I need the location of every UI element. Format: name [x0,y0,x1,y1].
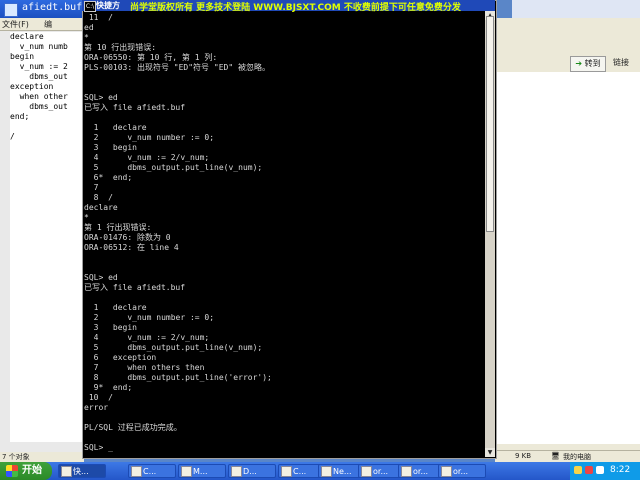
console-line: 已写入 file afiedt.buf [84,103,186,112]
status-zone: 我的电脑 [563,453,591,461]
notepad-status: 7 个对象 [0,452,84,462]
console-line: 2 v_num number := 0; [84,313,215,322]
console-line: PLS-00103: 出现符号 "ED"符号 "ED" 被忽略。 [84,63,270,72]
notepad-menu-file[interactable]: 文件(F) [2,19,29,30]
console-line: ORA-06550: 第 10 行, 第 1 列: [84,53,218,62]
console-line: 3 begin [84,143,137,152]
notepad-line: / [10,132,15,141]
goto-arrow-icon: ➔ [575,59,583,68]
console-line: 7 [84,183,99,192]
console-line: 1 declare [84,123,147,132]
notepad-line: exception [10,82,54,91]
console-line: 5 dbms_output.put_line(v_num); [84,343,263,352]
tray-security-icon[interactable] [585,466,593,474]
console-line: * [84,33,89,42]
scroll-thumb[interactable] [486,16,494,232]
console-line: 10 / [84,393,113,402]
taskbar-app-icon [361,466,372,477]
console-line: ORA-01476: 除数为 0 [84,233,171,242]
console-line: SQL> _ [84,443,113,452]
console-line: 5 dbms_output.put_line(v_num); [84,163,263,172]
scroll-down-icon[interactable]: ▼ [485,448,495,457]
notepad-editor[interactable]: declare v_num numb begin v_num := 2 dbms_… [10,32,90,442]
console-line: 8 dbms_output.put_line('error'); [84,373,272,382]
taskbar-app-icon [321,466,332,477]
start-label: 开始 [22,465,42,476]
computer-icon: 🖥 [551,452,560,460]
goto-button[interactable]: ➔ 转到 [570,56,606,72]
console-line: ORA-06512: 在 line 4 [84,243,179,252]
console-line: ed [84,23,94,32]
notepad-line: dbms_out [10,72,68,81]
taskbar-app-icon [231,466,242,477]
clock: 8:22 [610,465,631,475]
taskbar-app-icon [61,466,72,477]
notepad-line: when other [10,92,68,101]
console-line: 8 / [84,193,113,202]
console-line: 3 begin [84,323,137,332]
console-line: 7 when others then [84,363,205,372]
links-button[interactable]: 链接 [606,56,636,70]
notepad-line: v_num := 2 [10,62,68,71]
status-size: 9 KB [515,452,532,460]
cmd-title: 快捷方 [96,1,120,10]
notepad-menu-edit[interactable]: 编 [44,19,52,30]
sqlplus-console[interactable]: 11 /ed * 第 10 行出现错误: ORA-06550: 第 10 行, 第 1… [84,13,484,457]
notepad-line: v_num numb [10,42,68,51]
taskbar-app-icon [441,466,452,477]
notepad-line [10,122,90,132]
notepad-icon [4,3,18,17]
notepad-line: declare [10,32,44,41]
browser-top-strip [512,0,640,18]
notepad-line: dbms_out [10,102,68,111]
windows-logo-icon [6,465,18,477]
notepad-line: begin [10,52,35,61]
console-line: 已写入 file afiedt.buf [84,283,186,292]
watermark-banner: 尚学堂版权所有 更多技术登陆 WWW.BJSXT.COM 不收费前提下可任意免费… [130,3,461,13]
console-line: 11 / [84,13,113,22]
notepad-title: afiedt.buf [22,2,83,13]
console-line: * [84,213,89,222]
taskbar-app-icon [131,466,142,477]
console-line: 2 v_num number := 0; [84,133,215,142]
console-line: 9* end; [84,383,133,392]
tray-volume-icon[interactable] [596,466,604,474]
taskbar-app-icon [401,466,412,477]
console-line: 第 10 行出现错误: [84,43,157,52]
cmd-icon: C:\ [84,1,96,12]
taskbar-app-icon [181,466,192,477]
console-line: SQL> ed [84,273,118,282]
console-line: 1 declare [84,303,147,312]
console-line: 4 v_num := 2/v_num; [84,333,210,342]
console-line: PL/SQL 过程已成功完成。 [84,423,182,432]
console-line: SQL> ed [84,93,118,102]
notepad-line: end; [10,112,30,121]
tray-app-icon[interactable] [574,466,582,474]
console-line: 4 v_num := 2/v_num; [84,153,210,162]
console-line: error [84,403,109,412]
console-line: 6* end; [84,173,133,182]
console-line: 第 1 行出现错误: [84,223,152,232]
goto-label: 转到 [584,59,601,68]
console-line: declare [84,203,118,212]
browser-content [495,72,640,444]
console-line: 6 exception [84,353,157,362]
taskbar-app-icon [281,466,292,477]
